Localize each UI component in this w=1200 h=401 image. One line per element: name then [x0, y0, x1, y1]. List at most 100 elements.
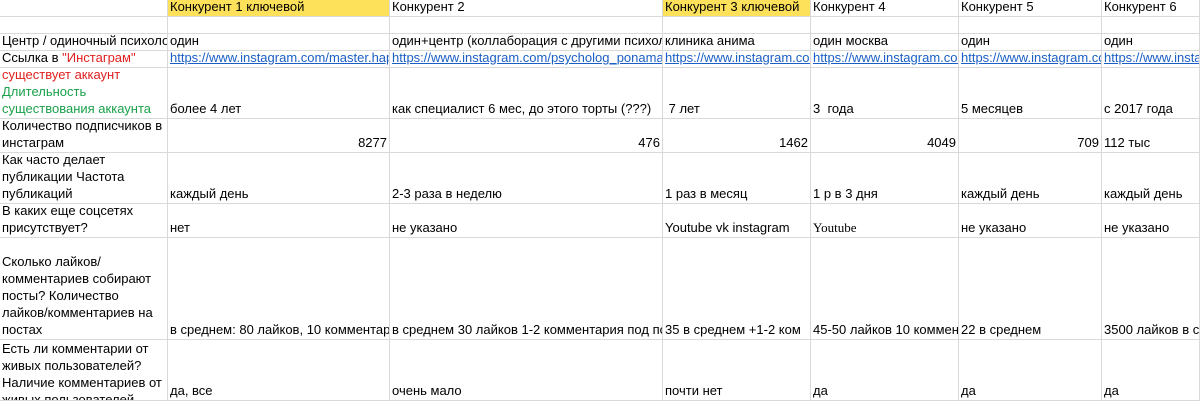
- instagram-link-b[interactable]: https://www.instagram.com/master.happine…: [170, 51, 389, 67]
- type-f-text: один: [961, 34, 990, 48]
- type-label-cell[interactable]: Центр / одиночный психолог: [0, 34, 168, 51]
- frequency-b-text: каждый день: [170, 186, 249, 201]
- live-e-text: да: [813, 383, 828, 398]
- social-cell-g[interactable]: не указано: [1102, 204, 1200, 238]
- followers-f-value: 709: [1077, 135, 1099, 150]
- frequency-cell-b[interactable]: каждый день: [168, 153, 390, 204]
- followers-label-cell[interactable]: Количество подписчиков в инстаграм: [0, 119, 168, 153]
- age-cell-b[interactable]: более 4 лет: [168, 68, 390, 119]
- age-b-text: более 4 лет: [170, 101, 242, 116]
- live-cell-e[interactable]: да: [811, 340, 959, 401]
- blank-cell-d[interactable]: [663, 17, 811, 34]
- age-cell-g[interactable]: с 2017 года: [1102, 68, 1200, 119]
- frequency-cell-f[interactable]: каждый день: [959, 153, 1102, 204]
- type-cell-d[interactable]: клиника анима: [663, 34, 811, 51]
- social-cell-f[interactable]: не указано: [959, 204, 1102, 238]
- followers-cell-c[interactable]: 476: [390, 119, 663, 153]
- frequency-cell-g[interactable]: каждый день: [1102, 153, 1200, 204]
- age-cell-e[interactable]: 3 года: [811, 68, 959, 119]
- age-cell-f[interactable]: 5 месяцев: [959, 68, 1102, 119]
- frequency-c-text: 2-3 раза в неделю: [392, 186, 502, 201]
- link-label-prefix: Ссылка в: [2, 51, 63, 65]
- followers-d-value: 1462: [779, 135, 808, 150]
- age-cell-d[interactable]: 7 лет: [663, 68, 811, 119]
- social-cell-c[interactable]: не указано: [390, 204, 663, 238]
- link-cell-c[interactable]: https://www.instagram.com/psycholog_pona…: [390, 51, 663, 68]
- likes-g-text: 3500 лайков в среднем: [1104, 322, 1200, 337]
- header-competitor-2-text: Конкурент 2: [392, 0, 465, 14]
- instagram-link-f[interactable]: https://www.instagram.com/: [961, 51, 1101, 67]
- live-d-text: почти нет: [665, 383, 723, 398]
- likes-c-text: в среднем 30 лайков 1-2 комментария под …: [392, 322, 662, 337]
- instagram-link-c[interactable]: https://www.instagram.com/psycholog_pona…: [392, 51, 662, 67]
- link-cell-e[interactable]: https://www.instagram.com/: [811, 51, 959, 68]
- likes-cell-b[interactable]: в среднем: 80 лайков, 10 комментариев: [168, 238, 390, 340]
- link-label-quoted: "Инстаграм": [62, 51, 136, 65]
- blank-cell-e[interactable]: [811, 17, 959, 34]
- blank-cell-g[interactable]: [1102, 17, 1200, 34]
- blank-cell-c[interactable]: [390, 17, 663, 34]
- link-cell-b[interactable]: https://www.instagram.com/master.happine…: [168, 51, 390, 68]
- type-c-text: один+центр (коллаборация с другими психо…: [392, 34, 663, 48]
- header-cell-competitor-1[interactable]: Конкурент 1 ключевой: [168, 0, 390, 17]
- likes-cell-g[interactable]: 3500 лайков в среднем: [1102, 238, 1200, 340]
- frequency-cell-e[interactable]: 1 р в 3 дня: [811, 153, 959, 204]
- live-cell-c[interactable]: очень мало: [390, 340, 663, 401]
- frequency-cell-d[interactable]: 1 раз в месяц: [663, 153, 811, 204]
- instagram-link-d[interactable]: https://www.instagram.com/: [665, 51, 810, 67]
- type-cell-b[interactable]: один: [168, 34, 390, 51]
- live-label-cell[interactable]: Есть ли комментарии от живых пользовател…: [0, 340, 168, 401]
- link-cell-d[interactable]: https://www.instagram.com/: [663, 51, 811, 68]
- followers-b-value: 8277: [358, 135, 387, 150]
- frequency-cell-c[interactable]: 2-3 раза в неделю: [390, 153, 663, 204]
- age-cell-c[interactable]: как специалист 6 мес, до этого торты (??…: [390, 68, 663, 119]
- social-e-text: Youtube: [813, 220, 857, 235]
- age-label-cell[interactable]: Насколько давно существует аккаунт Длите…: [0, 68, 168, 119]
- type-cell-c[interactable]: один+центр (коллаборация с другими психо…: [390, 34, 663, 51]
- blank-cell-f[interactable]: [959, 17, 1102, 34]
- type-cell-f[interactable]: один: [959, 34, 1102, 51]
- header-cell-competitor-6[interactable]: Конкурент 6: [1102, 0, 1200, 17]
- blank-cell-b[interactable]: [168, 17, 390, 34]
- followers-cell-e[interactable]: 4049: [811, 119, 959, 153]
- social-cell-e[interactable]: Youtube: [811, 204, 959, 238]
- link-cell-f[interactable]: https://www.instagram.com/: [959, 51, 1102, 68]
- social-cell-d[interactable]: Youtube vk instagram: [663, 204, 811, 238]
- followers-cell-f[interactable]: 709: [959, 119, 1102, 153]
- followers-cell-b[interactable]: 8277: [168, 119, 390, 153]
- likes-cell-d[interactable]: 35 в среднем +1-2 ком: [663, 238, 811, 340]
- followers-cell-d[interactable]: 1462: [663, 119, 811, 153]
- live-cell-d[interactable]: почти нет: [663, 340, 811, 401]
- likes-cell-c[interactable]: в среднем 30 лайков 1-2 комментария под …: [390, 238, 663, 340]
- social-b-text: нет: [170, 220, 190, 235]
- live-cell-g[interactable]: да: [1102, 340, 1200, 401]
- likes-cell-f[interactable]: 22 в среднем: [959, 238, 1102, 340]
- live-cell-b[interactable]: да, все: [168, 340, 390, 401]
- followers-cell-g[interactable]: 112 тыс: [1102, 119, 1200, 153]
- blank-cell-a[interactable]: [0, 17, 168, 34]
- social-f-text: не указано: [961, 220, 1027, 235]
- header-cell-competitor-4[interactable]: Конкурент 4: [811, 0, 959, 17]
- type-cell-g[interactable]: один: [1102, 34, 1200, 51]
- likes-cell-e[interactable]: 45-50 лайков 10 комментариев: [811, 238, 959, 340]
- frequency-label-cell[interactable]: Как часто делает публикации Частота публ…: [0, 153, 168, 204]
- header-cell-a[interactable]: [0, 0, 168, 17]
- header-cell-competitor-5[interactable]: Конкурент 5: [959, 0, 1102, 17]
- social-cell-b[interactable]: нет: [168, 204, 390, 238]
- frequency-e-text: 1 р в 3 дня: [813, 186, 878, 201]
- header-competitor-3-text: Конкурент 3 ключевой: [665, 0, 800, 14]
- followers-e-value: 4049: [927, 135, 956, 150]
- social-label-cell[interactable]: В каких еще соцсетях присутствует?: [0, 204, 168, 238]
- social-c-text: не указано: [392, 220, 458, 235]
- type-cell-e[interactable]: один москва: [811, 34, 959, 51]
- instagram-link-g[interactable]: https://www.instagram.com/: [1104, 51, 1199, 67]
- header-cell-competitor-2[interactable]: Конкурент 2: [390, 0, 663, 17]
- link-label-cell[interactable]: Ссылка в "Инстаграм": [0, 51, 168, 68]
- followers-g-value: 112 тыс: [1104, 135, 1151, 150]
- live-cell-f[interactable]: да: [959, 340, 1102, 401]
- instagram-link-e[interactable]: https://www.instagram.com/: [813, 51, 958, 67]
- link-cell-g[interactable]: https://www.instagram.com/: [1102, 51, 1200, 68]
- likes-label-cell[interactable]: Сколько лайков/комментариев собирают пос…: [0, 238, 168, 340]
- link-label-text: Ссылка в "Инстаграм": [2, 51, 136, 67]
- header-cell-competitor-3[interactable]: Конкурент 3 ключевой: [663, 0, 811, 17]
